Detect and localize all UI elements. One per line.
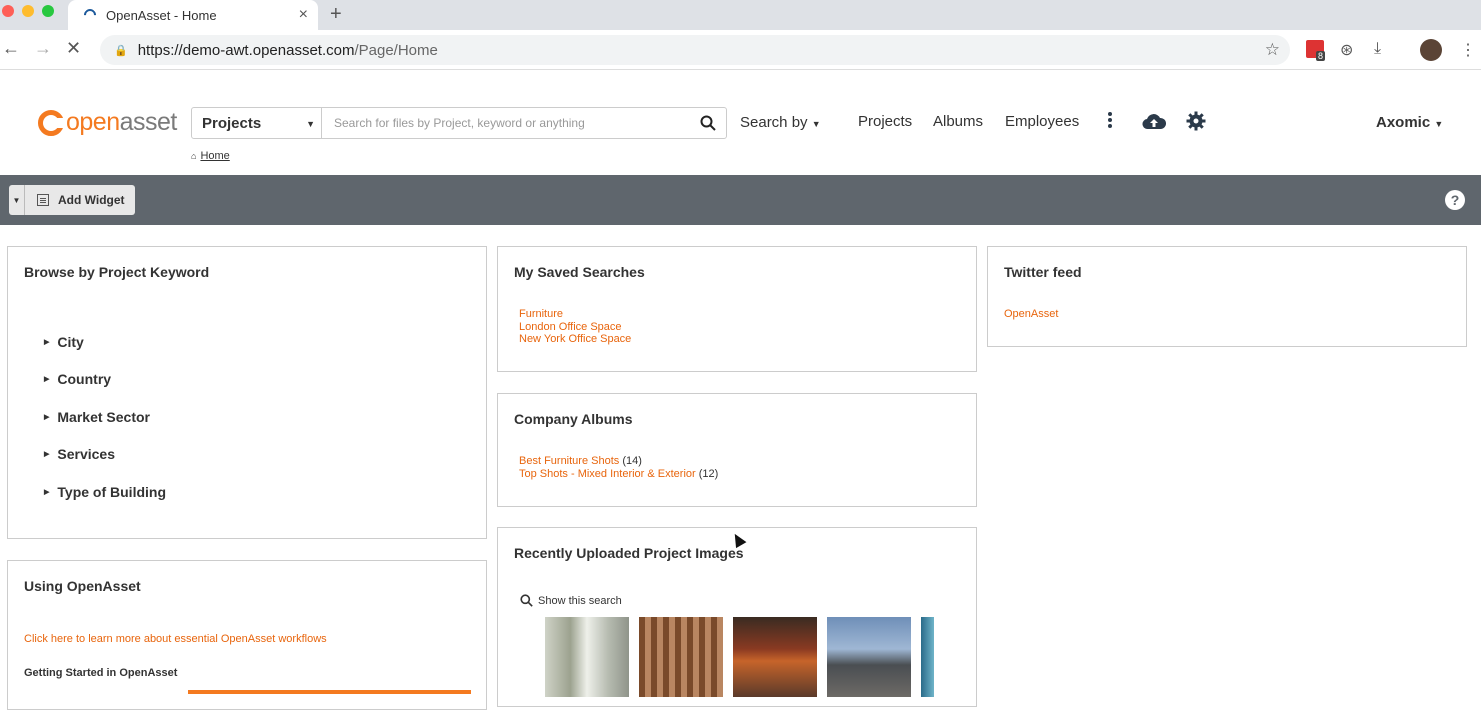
project-image-thumbnail[interactable] bbox=[827, 617, 911, 697]
search-group: Projects ▼ bbox=[191, 107, 727, 139]
twitter-links: OpenAsset bbox=[1004, 308, 1058, 321]
saved-search-list: Furniture London Office Space New York O… bbox=[519, 308, 631, 346]
nav-projects[interactable]: Projects bbox=[858, 113, 912, 130]
album-item: Top Shots - Mixed Interior & Exterior (1… bbox=[519, 468, 718, 481]
twitter-link[interactable]: OpenAsset bbox=[1004, 308, 1058, 321]
keyword-list: ▶ City ▶ Country ▶ Market Sector ▶ Services … bbox=[44, 323, 166, 511]
saved-search-link[interactable]: Furniture bbox=[519, 308, 631, 321]
widget-title: Twitter feed bbox=[1004, 264, 1082, 280]
search-by-dropdown[interactable]: Search by ▼ bbox=[740, 114, 821, 131]
browser-menu-icon[interactable]: ⋮ bbox=[1460, 40, 1476, 60]
using-openasset-widget: Using OpenAsset Click here to learn more… bbox=[7, 560, 487, 710]
download-icon[interactable]: ⤓ bbox=[1374, 40, 1381, 58]
browser-toolbar: ← → ✕ 🔒 https://demo-awt.openasset.com/P… bbox=[0, 30, 1481, 70]
url-text: https://demo-awt.openasset.com/Page/Home bbox=[137, 41, 438, 59]
keyword-item-city[interactable]: ▶ City bbox=[44, 323, 166, 361]
caret-down-icon: ▼ bbox=[306, 119, 315, 129]
saved-search-link[interactable]: London Office Space bbox=[519, 321, 631, 334]
album-link[interactable]: Top Shots - Mixed Interior & Exterior bbox=[519, 468, 696, 480]
widget-toolbar: ▼ Add Widget ? bbox=[0, 175, 1481, 225]
window-zoom-button[interactable] bbox=[42, 5, 54, 17]
more-options-icon[interactable] bbox=[1106, 112, 1114, 130]
widget-title: Recently Uploaded Project Images bbox=[514, 545, 744, 561]
widget-icon bbox=[37, 194, 49, 206]
twitter-feed-widget: Twitter feed OpenAsset bbox=[987, 246, 1467, 347]
window-minimize-button[interactable] bbox=[22, 5, 34, 17]
recent-images-widget: Recently Uploaded Project Images Show th… bbox=[497, 527, 977, 707]
stop-loading-icon[interactable]: ✕ bbox=[66, 38, 81, 59]
widget-dropdown-toggle[interactable]: ▼ bbox=[9, 185, 25, 215]
project-image-thumbnail[interactable] bbox=[733, 617, 817, 697]
caret-down-icon: ▼ bbox=[1434, 119, 1444, 129]
add-widget-button[interactable]: Add Widget bbox=[25, 185, 135, 215]
breadcrumb: ⌂ Home bbox=[191, 150, 230, 162]
forward-arrow-icon[interactable]: → bbox=[34, 38, 52, 59]
user-menu[interactable]: Axomic ▼ bbox=[1376, 114, 1443, 131]
album-count: (14) bbox=[622, 455, 642, 467]
loading-favicon-icon bbox=[81, 6, 99, 24]
widget-title: Using OpenAsset bbox=[24, 578, 141, 594]
company-albums-widget: Company Albums Best Furniture Shots (14)… bbox=[497, 393, 977, 507]
cloud-upload-icon[interactable] bbox=[1142, 112, 1167, 135]
breadcrumb-home-link[interactable]: Home bbox=[200, 150, 229, 162]
nav-albums[interactable]: Albums bbox=[933, 113, 983, 130]
video-preview-bar[interactable] bbox=[188, 690, 471, 694]
widget-title: My Saved Searches bbox=[514, 264, 645, 280]
new-tab-button[interactable]: + bbox=[330, 3, 342, 26]
album-list: Best Furniture Shots (14) Top Shots - Mi… bbox=[519, 455, 718, 480]
profile-avatar[interactable] bbox=[1420, 39, 1442, 61]
expand-triangle-icon: ▶ bbox=[44, 451, 50, 459]
browser-tab-bar: OpenAsset - Home × + bbox=[0, 0, 1481, 30]
search-icon bbox=[520, 594, 533, 607]
window-close-button[interactable] bbox=[2, 5, 14, 17]
project-image-thumbnail[interactable] bbox=[545, 617, 629, 697]
logo-text: openasset bbox=[66, 108, 177, 136]
album-item: Best Furniture Shots (14) bbox=[519, 455, 718, 468]
settings-gear-icon[interactable] bbox=[1186, 111, 1206, 136]
expand-triangle-icon: ▶ bbox=[44, 376, 50, 384]
expand-triangle-icon: ▶ bbox=[44, 413, 50, 421]
address-bar[interactable]: 🔒 https://demo-awt.openasset.com/Page/Ho… bbox=[100, 35, 1290, 65]
show-search-link[interactable]: Show this search bbox=[520, 594, 622, 607]
tab-close-button[interactable]: × bbox=[299, 6, 308, 24]
album-count: (12) bbox=[698, 467, 719, 480]
tab-title: OpenAsset - Home bbox=[106, 7, 217, 23]
bookmark-star-icon[interactable]: ☆ bbox=[1265, 40, 1280, 60]
widget-title: Company Albums bbox=[514, 411, 633, 427]
keyword-item-type-of-building[interactable]: ▶ Type of Building bbox=[44, 473, 166, 511]
app-header: openasset Projects ▼ Search by ▼ Project… bbox=[0, 70, 1481, 175]
browse-keyword-widget: Browse by Project Keyword ▶ City ▶ Country… bbox=[7, 246, 487, 539]
nav-employees[interactable]: Employees bbox=[1005, 113, 1079, 130]
search-icon[interactable] bbox=[690, 108, 726, 138]
home-icon: ⌂ bbox=[191, 151, 197, 161]
workflows-link[interactable]: Click here to learn more about essential… bbox=[24, 633, 327, 645]
getting-started-heading: Getting Started in OpenAsset bbox=[24, 667, 178, 679]
search-scope-select[interactable]: Projects ▼ bbox=[192, 108, 322, 138]
project-image-thumbnail[interactable] bbox=[639, 617, 723, 697]
expand-triangle-icon: ▶ bbox=[44, 338, 50, 346]
keyword-item-market-sector[interactable]: ▶ Market Sector bbox=[44, 398, 166, 436]
project-image-thumbnail[interactable] bbox=[921, 617, 934, 697]
browser-tab[interactable]: OpenAsset - Home × bbox=[68, 0, 318, 30]
extension-badge: 8 bbox=[1316, 51, 1326, 61]
logo-mark-icon bbox=[38, 109, 65, 136]
expand-triangle-icon: ▶ bbox=[44, 488, 50, 496]
search-input[interactable] bbox=[322, 108, 690, 138]
caret-down-icon: ▼ bbox=[811, 119, 821, 129]
lock-icon: 🔒 bbox=[114, 44, 128, 57]
widget-title: Browse by Project Keyword bbox=[24, 264, 210, 280]
sync-extension-icon[interactable]: ⊛ bbox=[1340, 40, 1353, 60]
saved-searches-widget: My Saved Searches Furniture London Offic… bbox=[497, 246, 977, 372]
openasset-logo[interactable]: openasset bbox=[38, 108, 177, 137]
back-arrow-icon[interactable]: ← bbox=[2, 38, 20, 59]
help-icon[interactable]: ? bbox=[1445, 190, 1465, 210]
keyword-item-services[interactable]: ▶ Services bbox=[44, 436, 166, 474]
album-link[interactable]: Best Furniture Shots bbox=[519, 455, 619, 467]
keyword-item-country[interactable]: ▶ Country bbox=[44, 361, 166, 399]
thumbnail-strip bbox=[545, 617, 944, 697]
saved-search-link[interactable]: New York Office Space bbox=[519, 333, 631, 346]
